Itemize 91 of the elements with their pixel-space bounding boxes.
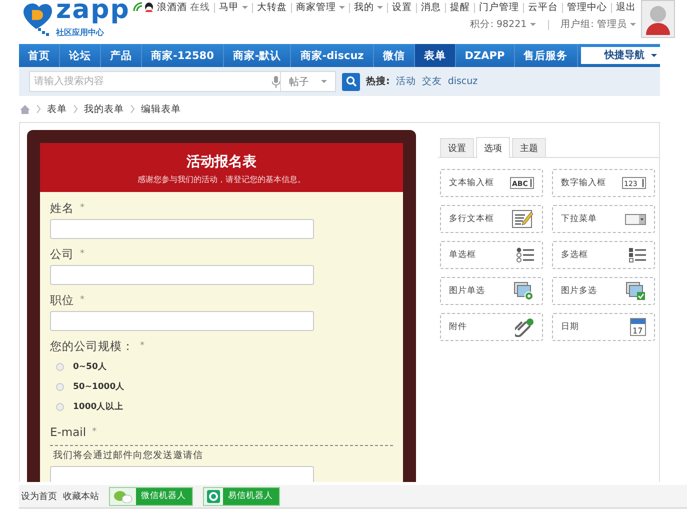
logo-tagline: 社区应用中心 (56, 28, 104, 37)
hot-search-link[interactable]: 活动 (396, 75, 416, 88)
required-mark: * (80, 294, 84, 307)
hot-search-link[interactable]: discuz (448, 76, 478, 87)
hot-search-link[interactable]: 交友 (422, 75, 442, 88)
chevron-icon (130, 105, 135, 113)
top-link[interactable]: 马甲 (218, 1, 248, 14)
calendar-icon: 17 (630, 318, 646, 336)
caret-icon (376, 6, 383, 9)
logo-text: zapp (56, 0, 130, 23)
panel-tab[interactable]: 选项 (476, 137, 510, 158)
panel-tab[interactable]: 主题 (512, 138, 546, 157)
field-label: 公司 (50, 247, 74, 261)
form-subtitle: 感谢您参与我们的活动，请登记您的基本信息。 (136, 174, 306, 185)
caret-icon (321, 80, 327, 83)
caret-icon (242, 6, 248, 9)
field-type-item[interactable]: 多行文本框 (440, 205, 543, 233)
top-link[interactable]: 云平台 (528, 1, 558, 14)
nav-tab[interactable]: 表单 (414, 44, 456, 67)
field-type-item[interactable]: 多选框 (552, 241, 655, 269)
top-link[interactable]: 消息 (420, 1, 441, 14)
input-field[interactable] (50, 219, 314, 239)
penguin-icon (144, 2, 154, 13)
field-hint: 我们将会通过邮件向您发送邀请信 (50, 445, 393, 462)
hot-search-label: 热搜: (366, 75, 390, 88)
required-mark: * (92, 426, 97, 439)
user-silhouette-icon (644, 3, 672, 35)
caret-icon (650, 54, 657, 57)
radio-button[interactable] (56, 383, 64, 391)
logo-icon (22, 1, 54, 37)
avatar[interactable] (640, 0, 675, 38)
image-check-icon (626, 282, 646, 300)
search-icon (346, 76, 356, 87)
field-type-item[interactable]: 单选框 (440, 241, 543, 269)
search-scope-dropdown[interactable]: 帖子 (280, 72, 335, 91)
home-icon (20, 104, 30, 114)
breadcrumb-link[interactable]: 我的表单 (84, 102, 124, 116)
form-title: 活动报名表 (186, 153, 258, 171)
top-link[interactable]: 门户管理 (478, 1, 519, 14)
top-link[interactable]: 我的 (354, 1, 383, 14)
search-button[interactable] (342, 72, 360, 90)
field-label: 职位 (50, 293, 74, 307)
signal-icon (132, 1, 144, 13)
breadcrumb-link[interactable]: 表单 (47, 102, 67, 116)
radio-label: 1000人以上 (73, 401, 124, 413)
footer-link[interactable]: 设为首页 (21, 490, 57, 502)
user-stat[interactable]: 用户组: 管理员 (560, 18, 636, 31)
footer-link[interactable]: 收藏本站 (63, 490, 99, 502)
paperclip-icon (515, 318, 534, 336)
dropdown-icon (625, 214, 646, 224)
breadcrumb-link[interactable]: 编辑表单 (141, 102, 181, 116)
user-name[interactable]: 浪酒酒 (156, 1, 187, 14)
top-link[interactable]: 设置 (392, 1, 412, 14)
caret-icon (630, 23, 636, 26)
radio-label: 0~50人 (73, 361, 107, 373)
panel-tab[interactable]: 设置 (440, 138, 474, 157)
field-label: 姓名 (50, 201, 74, 215)
top-link[interactable]: 管理中心 (566, 1, 607, 14)
caret-icon (530, 23, 536, 26)
radio-list-icon (516, 247, 534, 263)
microphone-icon (272, 76, 280, 88)
field-type-item[interactable]: 下拉菜单 (552, 205, 655, 233)
top-link[interactable]: 大转盘 (256, 1, 287, 14)
radio-label: 50~1000人 (73, 381, 125, 393)
top-link[interactable]: 退出 (616, 1, 636, 14)
user-status: 在线 (190, 1, 210, 14)
radio-button[interactable] (56, 403, 64, 411)
top-link[interactable]: 商家管理 (296, 1, 345, 14)
field-type-item[interactable]: 图片多选 (552, 277, 655, 305)
ring-icon (207, 490, 220, 502)
field-label: E-mail (50, 425, 86, 439)
field-type-item[interactable]: 日期 17 (552, 313, 655, 341)
image-radio-icon (514, 282, 534, 300)
user-stat[interactable]: 积分: 98221 (470, 18, 536, 31)
required-mark: * (140, 340, 144, 353)
chevron-icon (73, 105, 78, 113)
input-field[interactable] (50, 466, 314, 482)
chat-bubbles-icon (113, 489, 133, 503)
chevron-icon (36, 105, 41, 113)
field-type-item[interactable]: 图片单选 (440, 277, 543, 305)
checkbox-list-icon (628, 247, 646, 263)
top-link[interactable]: 提醒 (450, 1, 470, 14)
required-mark: * (80, 248, 84, 261)
input-field[interactable] (50, 311, 314, 331)
required-mark: * (80, 202, 84, 215)
radio-button[interactable] (56, 363, 64, 371)
caret-icon (338, 6, 345, 9)
field-type-item[interactable]: 附件 (440, 313, 543, 341)
input-field[interactable] (50, 265, 314, 285)
field-label: 您的公司规模： (50, 339, 134, 353)
notepad-pencil-icon (512, 210, 534, 228)
